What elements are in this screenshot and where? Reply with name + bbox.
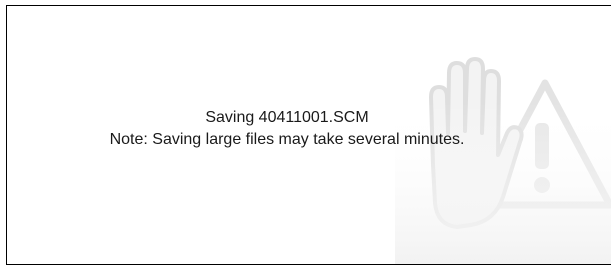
saving-note-text: Note: Saving large files may take severa… — [109, 131, 465, 148]
save-progress-dialog: Saving 40411001.SCM Note: Saving large f… — [6, 5, 611, 265]
saving-status-text: Saving 40411001.SCM — [205, 109, 369, 126]
save-message: Saving 40411001.SCM Note: Saving large f… — [7, 107, 567, 151]
